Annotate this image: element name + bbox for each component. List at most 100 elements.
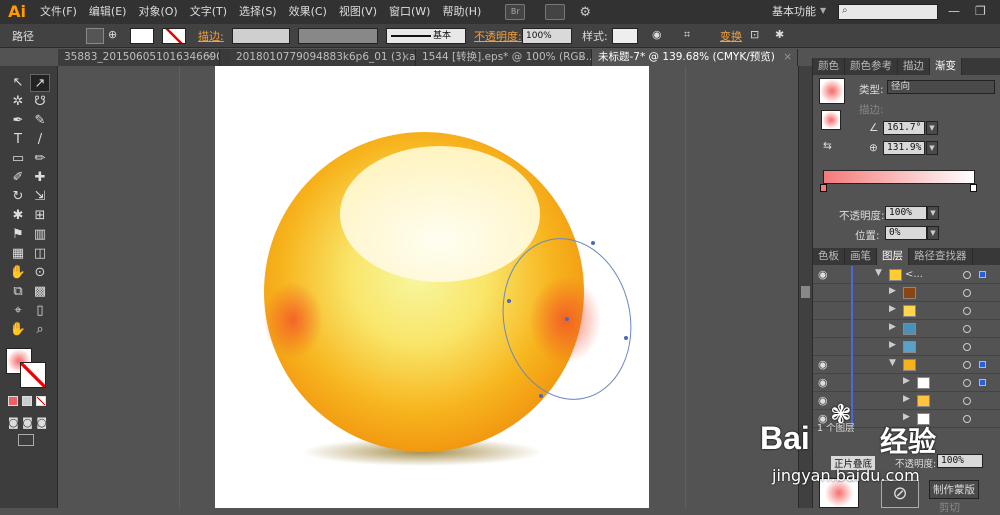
draw-mode-icon[interactable]: ◙ ◙ ◙ [8, 416, 47, 429]
artwork[interactable] [215, 66, 649, 508]
stroke-weight-stepper[interactable] [232, 28, 290, 44]
gradient-opacity-field[interactable]: 100% [885, 206, 927, 220]
menu-view[interactable]: 视图(V) [333, 0, 383, 24]
tab-document-3[interactable]: 1544 [转换].eps* @ 100% (RGB... × [416, 49, 592, 66]
menu-window[interactable]: 窗口(W) [383, 0, 436, 24]
expand-arrow-icon[interactable]: ▶ [889, 286, 896, 296]
brush-select[interactable]: 基本 [386, 28, 466, 44]
tool-button[interactable]: ◫ [30, 245, 50, 263]
target-icon[interactable]: ⊕ [108, 28, 117, 44]
minimize-button[interactable]: — [948, 4, 960, 18]
search-help-input[interactable]: ⌕ [838, 4, 938, 20]
gpu-performance-icon[interactable]: ⚙ [579, 5, 591, 20]
tool-button[interactable]: ✋ [8, 264, 28, 282]
menu-edit[interactable]: 编辑(E) [83, 0, 133, 24]
close-icon[interactable]: × [205, 49, 214, 66]
tab-pathfinder[interactable]: 路径查找器 [909, 248, 973, 265]
gradient-type-select[interactable]: 径向 [887, 80, 995, 94]
tool-button[interactable]: / [30, 131, 50, 149]
location-dropdown-icon[interactable]: ▼ [927, 226, 939, 240]
artboard[interactable] [215, 66, 649, 508]
menu-type[interactable]: 文字(T) [184, 0, 233, 24]
opacity-label[interactable]: 不透明度: [474, 28, 522, 44]
tool-button[interactable]: ✎ [30, 112, 50, 130]
tab-stroke[interactable]: 描边 [898, 58, 930, 75]
color-mode-button[interactable] [8, 396, 18, 406]
tool-button[interactable]: ✐ [8, 169, 28, 187]
tab-gradient[interactable]: 渐变 [930, 58, 962, 75]
tool-button[interactable]: ⇲ [30, 188, 50, 206]
isolate-icon[interactable] [86, 28, 104, 44]
menu-effect[interactable]: 效果(C) [283, 0, 333, 24]
bridge-icon[interactable]: Br [505, 4, 526, 20]
selection-indicator[interactable] [979, 361, 986, 368]
layer-row[interactable]: ▶ [813, 284, 1000, 302]
tab-document-active[interactable]: 未标题-7* @ 139.68% (CMYK/预览) × [592, 49, 798, 66]
gradient-slider[interactable] [823, 170, 975, 184]
aspect-ratio-field[interactable]: 131.9% [883, 141, 925, 155]
layer-row[interactable]: ▶ [813, 302, 1000, 320]
collapse-arrow-icon[interactable]: ▼ [889, 358, 896, 368]
gradient-preview-swatch[interactable] [819, 78, 845, 104]
variable-width-select[interactable] [298, 28, 378, 44]
control-menu-icon[interactable]: ✱ [775, 28, 784, 44]
layer-row[interactable]: ▶ [813, 320, 1000, 338]
target-circle-icon[interactable] [963, 379, 971, 387]
canvas[interactable] [58, 66, 798, 508]
tool-button[interactable]: ✲ [8, 93, 28, 111]
tab-color[interactable]: 颜色 [813, 58, 845, 75]
selection-indicator[interactable] [979, 379, 986, 386]
tool-button[interactable]: ↗ [30, 74, 50, 92]
expand-arrow-icon[interactable]: ▶ [903, 376, 910, 386]
tool-button[interactable]: ⌕ [30, 321, 50, 339]
tool-button[interactable]: ↖ [8, 74, 28, 92]
recolor-icon[interactable]: ◉ [652, 28, 662, 44]
gradient-opacity-dropdown-icon[interactable]: ▼ [927, 206, 939, 220]
target-circle-icon[interactable] [963, 361, 971, 369]
location-field[interactable]: 0% [885, 226, 927, 240]
workspace-chevron-icon[interactable]: ▼ [820, 6, 826, 15]
target-circle-icon[interactable] [963, 289, 971, 297]
tab-document-2[interactable]: 2018010779094883k6p6_01 (3).ai* × [230, 49, 416, 66]
gradient-stop-end[interactable] [970, 184, 977, 192]
tool-button[interactable]: ⚑ [8, 226, 28, 244]
arrange-documents-icon[interactable] [545, 4, 566, 20]
tab-swatches[interactable]: 色板 [813, 248, 845, 265]
angle-dropdown-icon[interactable]: ▼ [926, 121, 938, 135]
expand-arrow-icon[interactable]: ▶ [889, 322, 896, 332]
tool-button[interactable]: ✏ [30, 150, 50, 168]
none-mode-button[interactable] [36, 396, 46, 406]
tool-button[interactable]: ✚ [30, 169, 50, 187]
tool-button[interactable]: ▯ [30, 302, 50, 320]
expand-arrow-icon[interactable]: ▶ [889, 304, 896, 314]
visibility-eye-icon[interactable]: ◉ [818, 268, 828, 281]
visibility-eye-icon[interactable]: ◉ [818, 358, 828, 371]
scroll-thumb[interactable] [801, 286, 810, 298]
tab-color-guide[interactable]: 颜色参考 [845, 58, 898, 75]
target-circle-icon[interactable] [963, 307, 971, 315]
layer-row[interactable]: ◉ ▼ [813, 356, 1000, 374]
tab-brushes[interactable]: 画笔 [845, 248, 877, 265]
tool-button[interactable]: ▭ [8, 150, 28, 168]
menu-object[interactable]: 对象(O) [132, 0, 183, 24]
target-circle-icon[interactable] [963, 271, 971, 279]
fill-swatch[interactable] [130, 28, 154, 44]
restore-button[interactable]: ❐ [975, 4, 986, 18]
selection-indicator[interactable] [979, 271, 986, 278]
tool-button[interactable]: ⊞ [30, 207, 50, 225]
tool-button[interactable]: ✋ [8, 321, 28, 339]
target-circle-icon[interactable] [963, 325, 971, 333]
visibility-eye-icon[interactable]: ◉ [818, 376, 828, 389]
tool-button[interactable]: ⌖ [8, 302, 28, 320]
align-icon[interactable]: ⌗ [684, 28, 690, 44]
collapse-arrow-icon[interactable]: ▼ [875, 268, 882, 278]
stroke-label[interactable]: 描边: [198, 28, 224, 44]
tool-button[interactable]: ⧉ [8, 283, 28, 301]
close-icon[interactable]: × [577, 49, 586, 66]
fill-stroke-mini-icon[interactable] [821, 110, 841, 130]
transform-label[interactable]: 变换 [720, 28, 742, 44]
tool-button[interactable]: ☋ [30, 93, 50, 111]
tool-button[interactable]: T [8, 131, 28, 149]
opacity-field[interactable]: 100% [522, 28, 572, 44]
tool-button[interactable]: ▦ [8, 245, 28, 263]
